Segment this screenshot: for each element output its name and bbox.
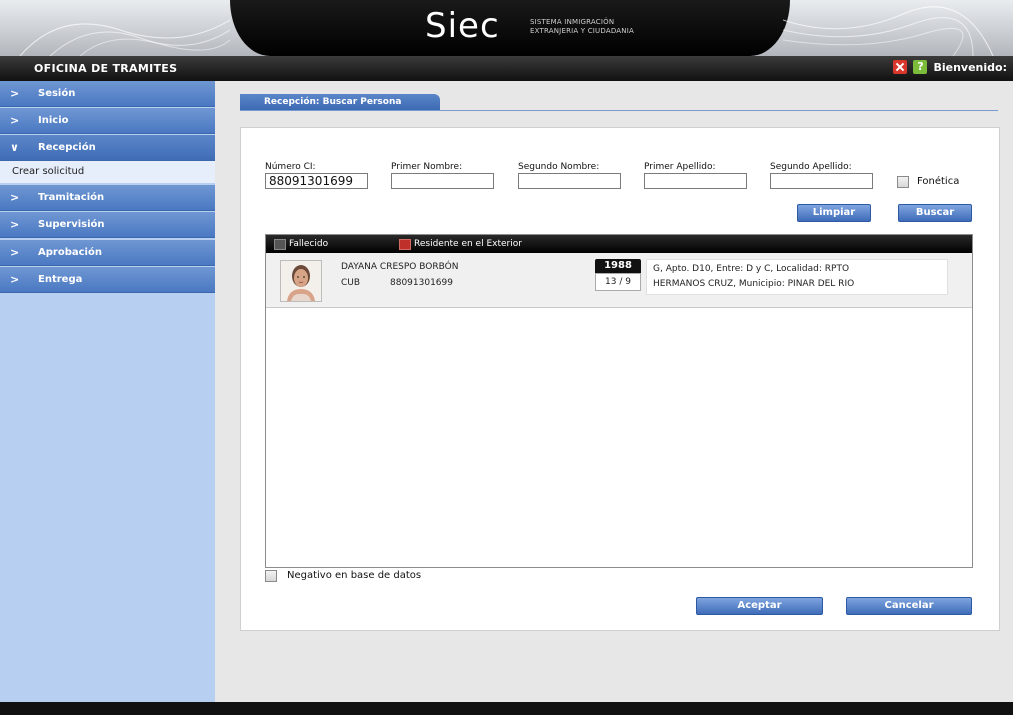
ci-input[interactable] [265, 173, 368, 189]
sidebar-item-label: Tramitación [38, 192, 105, 203]
sidebar-item-label: Inicio [38, 115, 69, 126]
fallecido-legend-swatch [274, 239, 286, 250]
results-list: Fallecido Residente en el Exterior DAYAN… [265, 234, 973, 568]
close-icon[interactable] [893, 60, 908, 74]
address-line1: G, Apto. D10, Entre: D y C, Localidad: R… [653, 264, 850, 274]
person-photo [280, 260, 322, 302]
cancelar-button[interactable]: Cancelar [846, 597, 972, 615]
primer-nombre-label: Primer Nombre: [391, 162, 463, 172]
chevron-right-icon: > [10, 218, 20, 231]
ci-label: Número CI: [265, 162, 316, 172]
sidebar-subitem-crear-solicitud[interactable]: Crear solicitud [0, 161, 215, 183]
person-photo-image [281, 261, 321, 301]
chevron-right-icon: > [10, 191, 20, 204]
welcome-text: Bienvenido: [933, 60, 1007, 74]
fallecido-legend-label: Fallecido [289, 239, 329, 249]
sidebar-item-entrega[interactable]: > Entrega [0, 267, 215, 293]
primer-apellido-input[interactable] [644, 173, 747, 189]
header-banner: Siec SISTEMA INMIGRACIÓN EXTRANJERIA Y C… [0, 0, 1013, 56]
help-icon[interactable]: ? [913, 60, 928, 74]
fonetica-checkbox[interactable] [897, 176, 909, 188]
sidebar-item-aprobacion[interactable]: > Aprobación [0, 240, 215, 266]
title-bar: OFICINA DE TRAMITES ? Bienvenido: [0, 56, 1013, 81]
sidebar-subitem-label: Crear solicitud [12, 166, 85, 177]
chevron-right-icon: > [10, 246, 20, 259]
person-address: G, Apto. D10, Entre: D y C, Localidad: R… [646, 259, 948, 295]
titlebar-actions: ? Bienvenido: [893, 60, 1007, 74]
person-nationality: CUB [341, 278, 361, 288]
table-row[interactable]: DAYANA CRESPO BORBÓN CUB 88091301699 198… [266, 253, 972, 308]
address-line2: HERMANOS CRUZ, Municipio: PINAR DEL RIO [653, 279, 855, 289]
tab-divider [240, 110, 998, 111]
segundo-nombre-label: Segundo Nombre: [518, 162, 600, 172]
residente-legend-swatch [399, 239, 411, 250]
bottom-bar [0, 702, 1013, 715]
residente-legend-label: Residente en el Exterior [414, 239, 522, 249]
person-name: DAYANA CRESPO BORBÓN [341, 262, 459, 272]
sidebar-item-tramitacion[interactable]: > Tramitación [0, 185, 215, 211]
sidebar-item-label: Sesión [38, 88, 76, 99]
fonetica-label: Fonética [917, 176, 960, 187]
limpiar-button[interactable]: Limpiar [797, 204, 871, 222]
banner-decoration-left [19, 19, 230, 56]
tab-buscar-persona[interactable]: Recepción: Buscar Persona [240, 94, 440, 110]
sidebar: > Sesión > Inicio ∨ Recepción Crear soli… [0, 81, 215, 702]
sidebar-item-label: Aprobación [38, 247, 102, 258]
sidebar-item-label: Entrega [38, 274, 83, 285]
buscar-button[interactable]: Buscar [898, 204, 972, 222]
aceptar-button[interactable]: Aceptar [696, 597, 823, 615]
chevron-right-icon: > [10, 273, 20, 286]
segundo-apellido-label: Segundo Apellido: [770, 162, 852, 172]
sidebar-item-inicio[interactable]: > Inicio [0, 108, 215, 134]
logo-subtitle-line1: SISTEMA INMIGRACIÓN [530, 18, 615, 26]
chevron-right-icon: > [10, 114, 20, 127]
sidebar-item-label: Supervisión [38, 219, 105, 230]
primer-apellido-label: Primer Apellido: [644, 162, 716, 172]
results-legend: Fallecido Residente en el Exterior [266, 235, 972, 253]
sidebar-item-sesion[interactable]: > Sesión [0, 81, 215, 107]
office-title: OFICINA DE TRAMITES [34, 62, 178, 75]
tab-label: Recepción: Buscar Persona [264, 97, 402, 107]
siec-logo: Siec [425, 6, 500, 46]
chevron-down-icon: ∨ [10, 141, 19, 154]
search-panel: Número CI: Primer Nombre: Segundo Nombre… [240, 127, 1000, 631]
sidebar-item-supervision[interactable]: > Supervisión [0, 212, 215, 238]
sidebar-item-recepcion[interactable]: ∨ Recepción [0, 135, 215, 161]
banner-decoration-right [783, 6, 994, 56]
person-ci: 88091301699 [390, 278, 453, 288]
logo-subtitle-line2: EXTRANJERIA Y CIUDADANIA [530, 27, 634, 35]
sidebar-item-label: Recepción [38, 142, 96, 153]
primer-nombre-input[interactable] [391, 173, 494, 189]
birth-day-month: 13 / 9 [595, 273, 641, 291]
logo-subtitle: SISTEMA INMIGRACIÓN EXTRANJERIA Y CIUDAD… [530, 18, 634, 36]
segundo-apellido-input[interactable] [770, 173, 873, 189]
segundo-nombre-input[interactable] [518, 173, 621, 189]
negativo-label: Negativo en base de datos [287, 570, 422, 581]
birth-year-badge: 1988 [595, 259, 641, 273]
chevron-right-icon: > [10, 87, 20, 100]
negativo-checkbox[interactable] [265, 570, 277, 582]
